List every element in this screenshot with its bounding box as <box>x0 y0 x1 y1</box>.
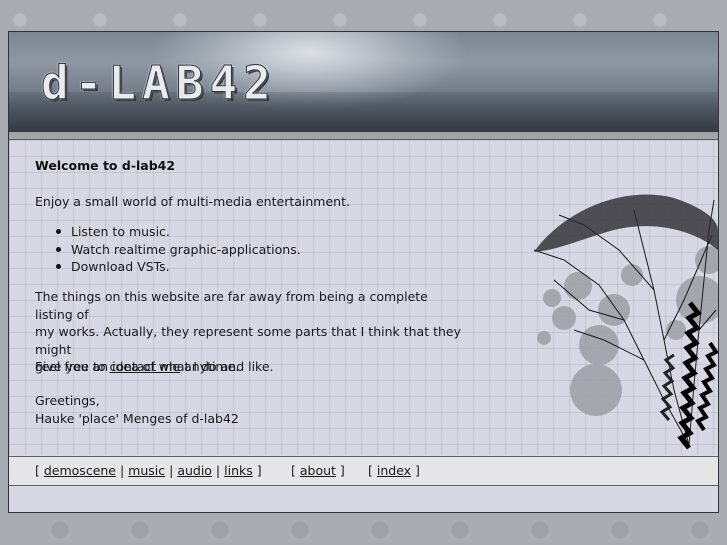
separator: | <box>165 463 178 478</box>
page-frame: d-LAB42 Welcome to d-lab42 Enjoy a small… <box>8 31 719 513</box>
bracket-close: ] <box>411 463 420 478</box>
list-item: Download VSTs. <box>35 258 301 276</box>
contact-prefix: Feel free to <box>35 359 110 374</box>
nav-link-audio[interactable]: audio <box>177 463 212 478</box>
decorative-tree-art <box>533 194 718 450</box>
description-line: my works. Actually, they represent some … <box>35 324 462 357</box>
separator: | <box>116 463 129 478</box>
nav-link-demoscene[interactable]: demoscene <box>44 463 116 478</box>
footer-about-group: [ about ] <box>291 463 345 478</box>
contact-link[interactable]: contact me <box>109 359 180 374</box>
nav-link-links[interactable]: links <box>224 463 253 478</box>
bracket-close: ] <box>335 463 345 478</box>
contact-suffix: anytime. <box>180 359 240 374</box>
feature-list: Listen to music. Watch realtime graphic-… <box>35 223 301 276</box>
footer-index-group: [ index ] <box>368 463 420 478</box>
footer-links-group: [ demoscene | music | audio | links ] <box>35 463 262 478</box>
signature-line: Hauke 'place' Menges of d-lab42 <box>35 410 239 426</box>
greeting-text: Greetings, Hauke 'place' Menges of d-lab… <box>35 392 465 427</box>
page-title: Welcome to d-lab42 <box>35 158 176 173</box>
description-line: The things on this website are far away … <box>35 289 428 322</box>
bracket-open: [ <box>368 463 377 478</box>
list-item: Listen to music. <box>35 223 301 241</box>
contact-text: Feel free to contact me anytime. <box>35 358 465 376</box>
header-banner: d-LAB42 <box>9 32 718 132</box>
footer-nav: [ demoscene | music | audio | links ] [ … <box>9 456 718 486</box>
intro-text: Enjoy a small world of multi-media enter… <box>35 194 350 209</box>
nav-link-music[interactable]: music <box>128 463 165 478</box>
list-item: Watch realtime graphic-applications. <box>35 241 301 259</box>
separator: | <box>211 463 225 478</box>
nav-link-about[interactable]: about <box>300 463 336 478</box>
greeting-line: Greetings, <box>35 393 100 408</box>
site-logo: d-LAB42 <box>41 56 277 111</box>
main-content: Welcome to d-lab42 Enjoy a small world o… <box>9 140 718 455</box>
bracket-close: ] <box>252 463 262 478</box>
nav-link-index[interactable]: index <box>377 463 411 478</box>
banner-divider <box>9 132 718 140</box>
bracket-open: [ <box>35 463 44 478</box>
bracket-open: [ <box>291 463 300 478</box>
bottom-strip <box>9 486 718 512</box>
